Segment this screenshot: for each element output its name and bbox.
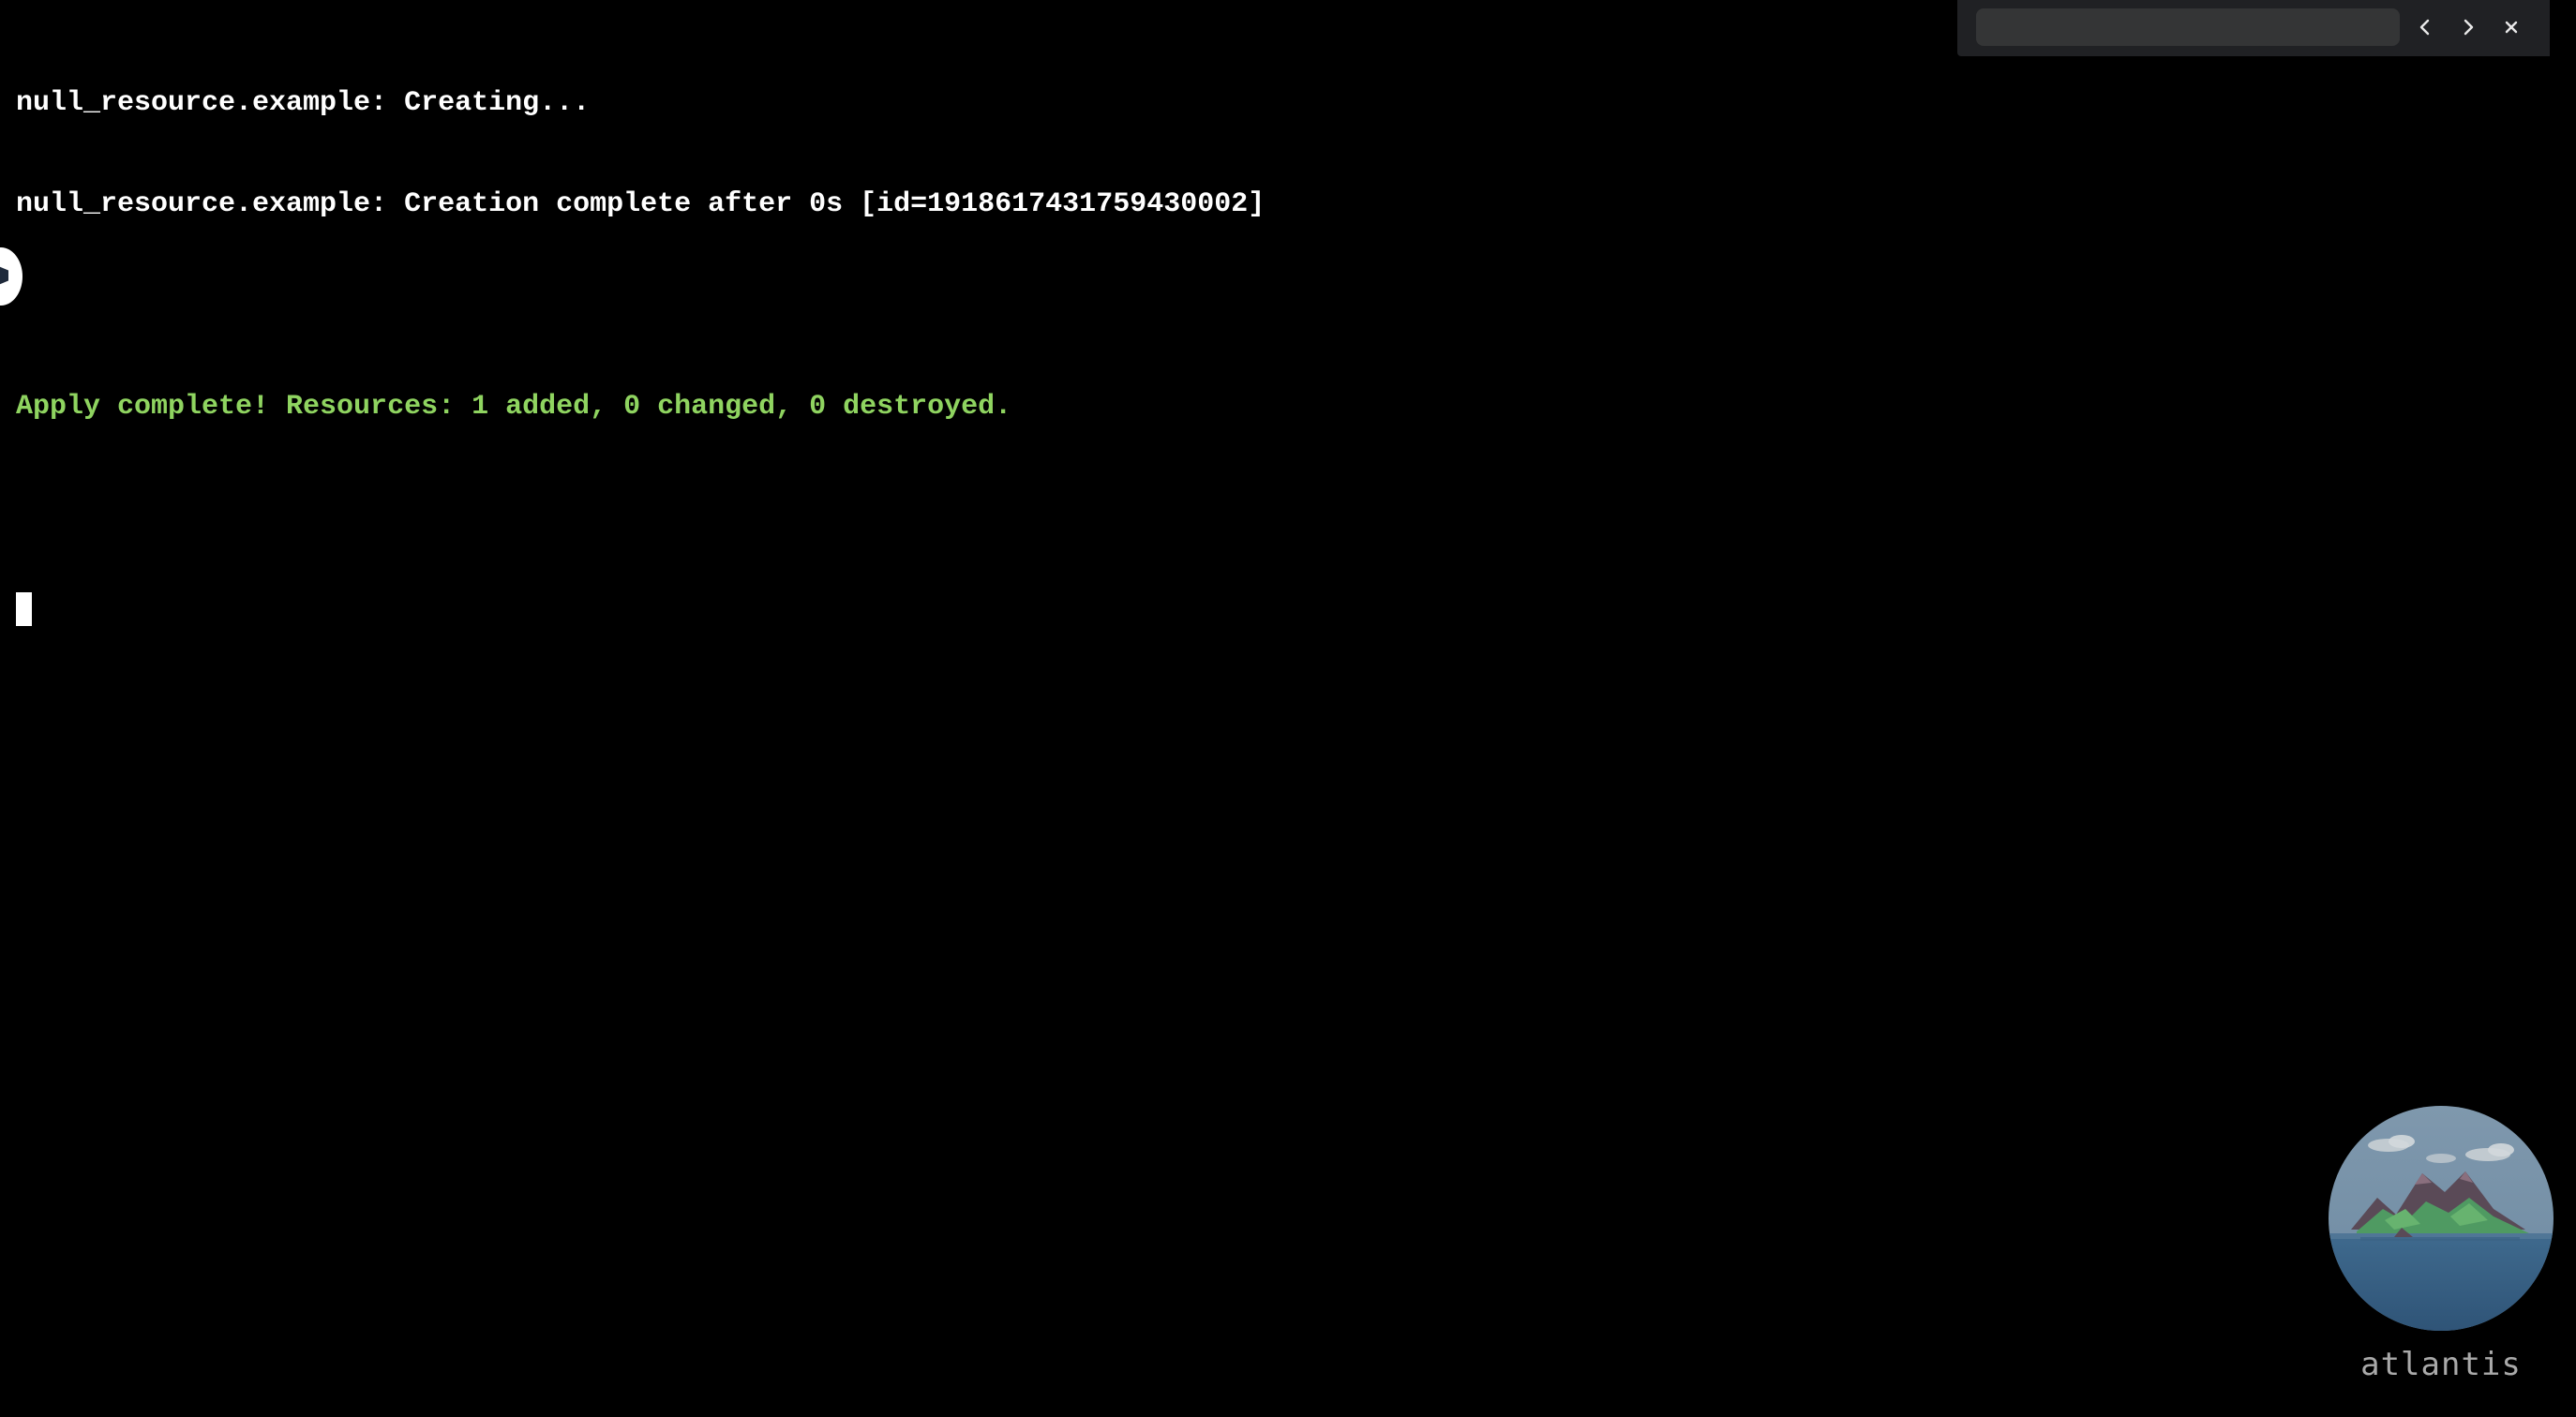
find-close-button[interactable] <box>2494 9 2529 45</box>
chevron-right-icon <box>2464 19 2474 36</box>
close-icon <box>2505 21 2518 34</box>
terminal-output: null_resource.example: Creating... null_… <box>16 19 1265 694</box>
terminal-prompt-line[interactable] <box>16 592 1265 626</box>
terminal-window[interactable]: null_resource.example: Creating... null_… <box>0 0 2576 1417</box>
island-avatar-image <box>2329 1106 2554 1331</box>
terminal-line: null_resource.example: Creating... <box>16 87 591 119</box>
expand-handle-glyph <box>0 265 8 286</box>
terminal-line: null_resource.example: Creation complete… <box>16 188 1266 220</box>
chevron-left-icon <box>2419 19 2430 36</box>
terminal-cursor <box>16 592 32 626</box>
find-bar <box>1957 0 2550 56</box>
find-previous-button[interactable] <box>2407 9 2443 45</box>
island-avatar-icon[interactable] <box>2329 1106 2554 1331</box>
workspace-label: atlantis <box>2360 1346 2522 1383</box>
apply-complete-message: Apply complete! Resources: 1 added, 0 ch… <box>16 391 1012 423</box>
find-next-button[interactable] <box>2450 9 2486 45</box>
find-input[interactable] <box>1976 8 2400 46</box>
